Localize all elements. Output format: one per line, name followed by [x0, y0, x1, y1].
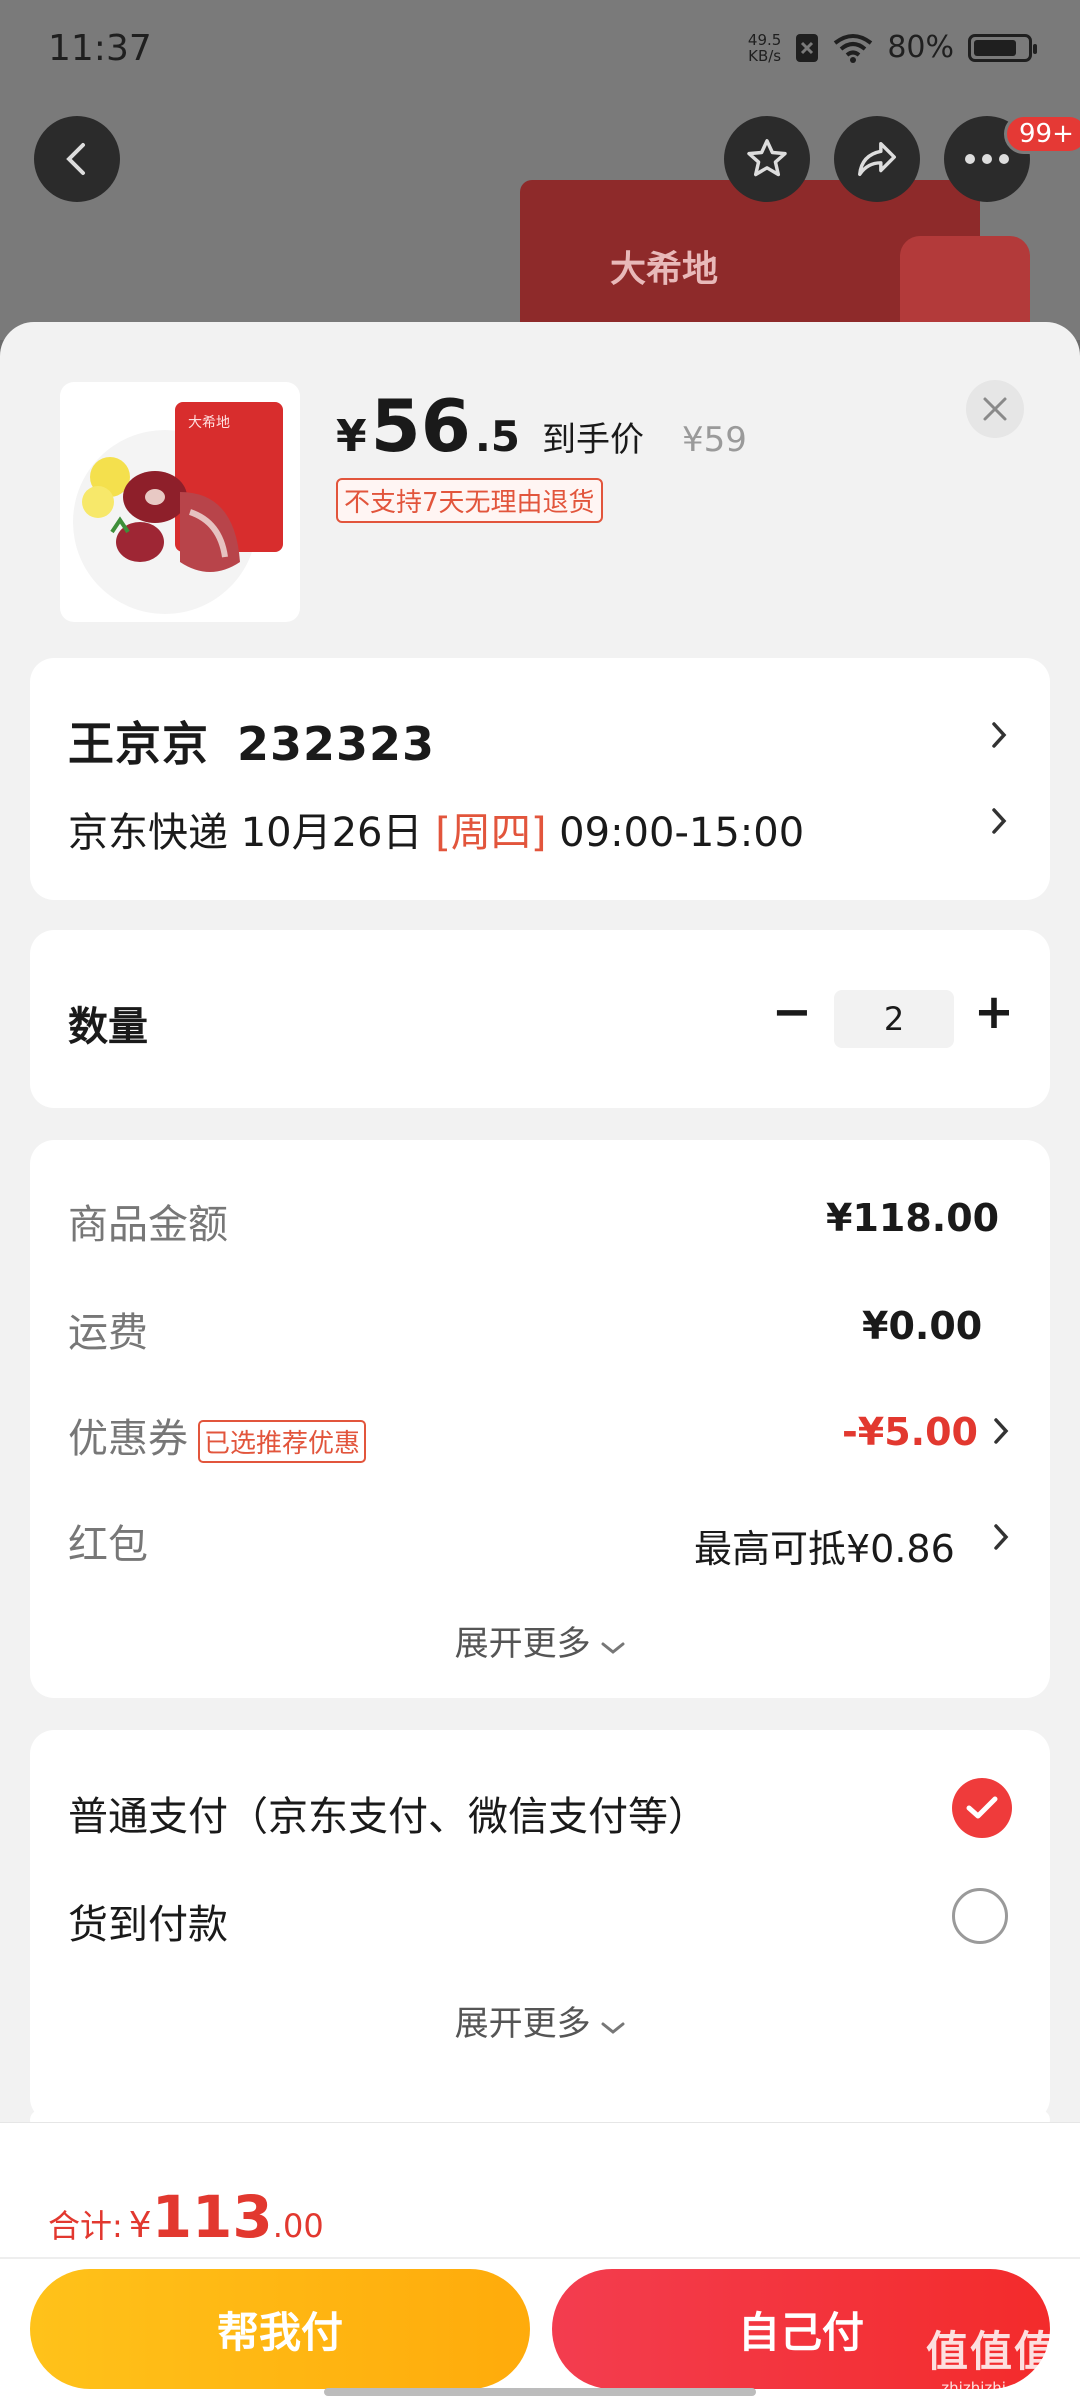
thumb-brand-text: 大希地 — [188, 415, 230, 431]
home-indicator[interactable] — [324, 2388, 756, 2396]
shipping-value: ¥0.00 — [862, 1304, 983, 1348]
quantity-label: 数量 — [68, 1004, 148, 1050]
total-label: 合计: — [48, 2207, 123, 2245]
net-speed: 49.5 KB/s — [748, 32, 781, 64]
checkout-bottom-bar: 合计: ¥ 113 .00 帮我付 自己付 — [0, 2122, 1080, 2401]
delivery-chevron-icon[interactable] — [990, 806, 1008, 836]
recipient[interactable]: 王京京 232323 — [68, 708, 435, 774]
more-icon — [965, 154, 1009, 164]
total-decimal: .00 — [272, 2207, 324, 2245]
share-button[interactable] — [834, 116, 920, 202]
price-breakdown-card: 商品金额 ¥118.00 运费 ¥0.00 优惠券 已选推荐优惠 -¥5.00 红… — [30, 1140, 1050, 1698]
watermark-main: 值值值 — [926, 2327, 1059, 2376]
shipping-label: 运费 — [68, 1310, 148, 1356]
net-speed-unit: KB/s — [748, 46, 782, 65]
goods-amount-label: 商品金额 — [68, 1202, 228, 1248]
notification-icon — [796, 33, 819, 62]
address-card: 王京京 232323 京东快递 10月26日 [周四] 09:00-15:00 — [30, 658, 1050, 900]
price-integer: 56 — [370, 384, 471, 468]
payment-option-cod-radio[interactable] — [952, 1888, 1008, 1944]
red-packet-value[interactable]: 最高可抵¥0.86 — [694, 1518, 955, 1573]
address-chevron-icon[interactable] — [990, 720, 1008, 750]
original-price: ¥59 — [682, 420, 747, 460]
goods-amount-value: ¥118.00 — [826, 1196, 1000, 1240]
product-image: 大希地 — [73, 402, 283, 614]
chevron-down-icon — [601, 1642, 625, 1654]
quantity-increase-button[interactable]: + — [964, 982, 1024, 1042]
status-bar: 11:37 49.5 KB/s 80% — [0, 0, 1080, 100]
delivery-info[interactable]: 京东快递 10月26日 [周四] 09:00-15:00 — [68, 800, 804, 858]
price-currency: ¥ — [336, 411, 367, 462]
message-badge: 99+ — [1004, 114, 1080, 154]
share-icon — [858, 141, 896, 177]
quantity-decrease-button[interactable]: − — [762, 982, 822, 1042]
payment-method-card: 普通支付（京东支付、微信支付等） 货到付款 展开更多 — [30, 1730, 1050, 2122]
chevron-down-icon — [601, 2022, 625, 2034]
price-decimal: .5 — [474, 412, 521, 461]
battery-icon — [968, 33, 1037, 62]
net-speed-value: 49.5 — [747, 30, 782, 49]
delivery-time: 09:00-15:00 — [559, 810, 805, 856]
fees-expand-more[interactable]: 展开更多 — [30, 1616, 1050, 1665]
battery-percent: 80% — [887, 30, 954, 65]
favorite-button[interactable] — [724, 116, 810, 202]
close-button[interactable] — [966, 380, 1024, 438]
coupon-tag: 已选推荐优惠 — [198, 1419, 367, 1463]
quantity-card: 数量 − 2 + — [30, 930, 1050, 1108]
back-icon — [66, 143, 85, 175]
quantity-input[interactable]: 2 — [834, 990, 954, 1048]
watermark: 值值值 zhizhizhi.com — [926, 2318, 1058, 2397]
return-policy-tag: 不支持7天无理由退货 — [336, 478, 603, 523]
coupon-label: 优惠券 — [68, 1416, 188, 1462]
fees-expand-label: 展开更多 — [454, 1624, 591, 1664]
check-icon — [966, 1796, 998, 1819]
delivery-weekday: [周四] — [435, 810, 547, 856]
red-packet-chevron-icon[interactable] — [992, 1522, 1010, 1552]
payment-option-normal[interactable]: 普通支付（京东支付、微信支付等） — [68, 1784, 708, 1842]
watermark-sub: zhizhizhi.com — [941, 2379, 1043, 2397]
help-pay-button[interactable]: 帮我付 — [30, 2269, 530, 2389]
payment-option-cod[interactable]: 货到付款 — [68, 1892, 228, 1950]
coupon-chevron-icon[interactable] — [992, 1416, 1010, 1446]
divider — [0, 2257, 1080, 2259]
price-line: ¥ 56 .5 到手价 ¥59 — [336, 384, 747, 468]
total-amount: 合计: ¥ 113 .00 — [48, 2183, 324, 2251]
red-packet-label: 红包 — [68, 1522, 148, 1568]
background-brand-text: 大希地 — [610, 249, 719, 290]
total-currency: ¥ — [128, 2205, 152, 2246]
coupon-row[interactable]: 优惠券 已选推荐优惠 — [68, 1406, 367, 1464]
delivery-carrier-date: 京东快递 10月26日 — [68, 810, 423, 856]
payment-option-normal-radio[interactable] — [952, 1778, 1012, 1838]
recipient-phone: 232323 — [237, 717, 436, 771]
wifi-icon — [834, 33, 873, 63]
star-icon — [747, 139, 787, 177]
payment-expand-label: 展开更多 — [454, 2004, 591, 2044]
status-icons: 49.5 KB/s 80% — [748, 30, 1037, 65]
close-icon — [983, 397, 1007, 421]
recipient-name: 王京京 — [68, 717, 209, 771]
back-button[interactable] — [34, 116, 120, 202]
total-integer: 113 — [151, 2183, 273, 2251]
status-time: 11:37 — [48, 28, 152, 69]
final-price-label: 到手价 — [542, 420, 645, 460]
payment-expand-more[interactable]: 展开更多 — [30, 1996, 1050, 2045]
product-thumbnail: 大希地 — [60, 382, 300, 622]
coupon-value[interactable]: -¥5.00 — [842, 1410, 978, 1454]
